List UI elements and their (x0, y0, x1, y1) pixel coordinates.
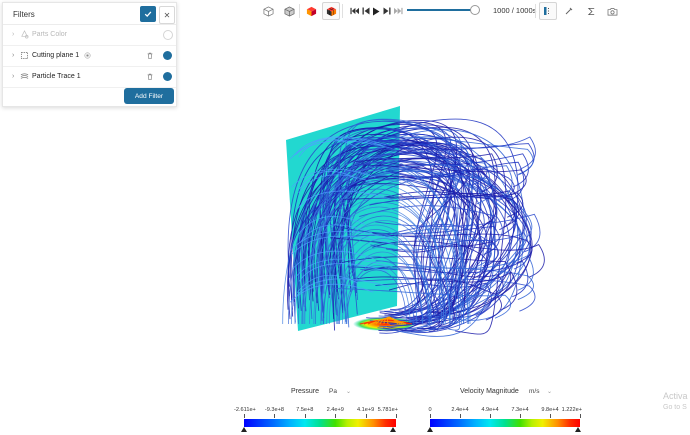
legend-bars-icon[interactable] (539, 2, 557, 20)
pressure-tick-label: 7.5e+8 (296, 407, 314, 413)
pressure-tick-mark (396, 414, 397, 418)
velocity-tick-mark (580, 414, 581, 418)
velocity-max-marker[interactable] (575, 427, 581, 432)
colored-cube-icon[interactable] (303, 3, 319, 19)
velocity-tick-label: 1.222e+ (561, 407, 582, 413)
apply-filters-button[interactable] (140, 6, 156, 22)
velocity-unit-select[interactable]: m/s (529, 388, 539, 395)
close-icon: ✕ (163, 10, 171, 20)
sigma-icon[interactable] (583, 3, 599, 19)
eye-icon[interactable] (84, 52, 91, 59)
pressure-tick-label: 5.781e+ (377, 407, 398, 413)
chevron-right-icon[interactable]: › (12, 31, 14, 38)
velocity-tick-mark (550, 414, 551, 418)
pressure-tick-label: -9.3e+8 (264, 407, 284, 413)
velocity-tick-label: 7.3e+4 (511, 407, 529, 413)
pressure-max-marker[interactable] (390, 427, 396, 432)
3d-viewport[interactable] (180, 24, 690, 384)
pressure-min-marker[interactable] (241, 427, 247, 432)
velocity-tick-mark (460, 414, 461, 418)
filter-label: Cutting plane 1 (32, 52, 80, 59)
parts-color-icon (21, 30, 29, 39)
toolbar-divider (299, 4, 300, 18)
velocity-color-bar (430, 419, 580, 427)
trash-icon[interactable] (146, 51, 154, 60)
filter-item-cutting-plane[interactable]: › Cutting plane 1 (3, 46, 176, 67)
probe-icon[interactable] (561, 3, 577, 19)
pressure-legend-title: Pressure (291, 388, 320, 395)
chevron-down-icon[interactable]: ⌄ (547, 388, 552, 395)
filter-item-particle-trace[interactable]: › Particle Trace 1 (3, 67, 176, 88)
windows-activation-watermark: Activa Go to S (663, 390, 688, 414)
time-readout: 1000 / 1000s (493, 6, 537, 15)
chevron-right-icon[interactable]: › (12, 52, 14, 59)
toolbar-divider (342, 4, 343, 18)
pressure-tick-label: 2.4e+9 (326, 407, 344, 413)
pressure-tick-mark (244, 414, 245, 418)
skip-forward-icon[interactable] (390, 3, 406, 19)
watermark-line-2: Go to S (663, 404, 687, 411)
trash-icon[interactable] (146, 72, 154, 81)
velocity-tick-mark (490, 414, 491, 418)
close-filters-button[interactable]: ✕ (159, 6, 175, 24)
velocity-legend-title: Velocity Magnitude (460, 388, 519, 395)
pressure-tick-label: 4.1e+9 (356, 407, 375, 413)
velocity-tick-label: 4.9e+4 (481, 407, 499, 413)
velocity-tick-mark (520, 414, 521, 418)
add-filter-button[interactable]: Add Filter (124, 88, 174, 104)
pressure-tick-mark (304, 414, 306, 418)
pressure-tick-mark (274, 414, 276, 418)
toolbar-divider (535, 4, 536, 18)
pressure-tick-mark (365, 414, 367, 418)
chevron-right-icon[interactable]: › (12, 73, 14, 80)
filters-title: Filters (13, 10, 35, 19)
particle-trace-icon (20, 73, 29, 79)
solid-cube-icon[interactable] (281, 3, 297, 19)
pressure-tick-mark (335, 414, 337, 418)
time-slider[interactable] (407, 9, 473, 11)
camera-icon[interactable] (604, 3, 620, 19)
filters-panel: Filters ✕ › Parts Color › Cutting plane … (2, 2, 177, 107)
velocity-tick-label: 9.8e+4 (541, 407, 559, 413)
wireframe-cube-icon[interactable] (260, 3, 276, 19)
cutting-plane-icon (20, 51, 29, 60)
visibility-toggle[interactable] (163, 30, 173, 40)
time-slider-handle[interactable] (470, 5, 480, 15)
filters-header: Filters ✕ (3, 3, 176, 25)
visibility-toggle[interactable] (163, 72, 172, 81)
pressure-tick-label: -2.611e+ (234, 407, 256, 413)
visibility-toggle[interactable] (163, 51, 172, 60)
watermark-line-1: Activa (663, 391, 688, 401)
filter-label: Parts Color (32, 31, 68, 38)
velocity-tick-label: 2.4e+4 (451, 407, 469, 413)
filter-item-parts-color[interactable]: › Parts Color (3, 25, 176, 46)
velocity-tick-mark (430, 414, 431, 418)
velocity-min-marker[interactable] (427, 427, 433, 432)
simulation-render[interactable] (180, 24, 690, 384)
checkmark-icon (144, 11, 152, 18)
filter-label: Particle Trace 1 (32, 73, 81, 80)
pressure-unit-select[interactable]: Pa (329, 388, 337, 395)
pressure-color-bar (244, 419, 396, 427)
velocity-tick-label: 0 (428, 407, 432, 413)
mesh-cube-icon[interactable] (322, 2, 340, 20)
chevron-down-icon[interactable]: ⌄ (346, 388, 351, 395)
